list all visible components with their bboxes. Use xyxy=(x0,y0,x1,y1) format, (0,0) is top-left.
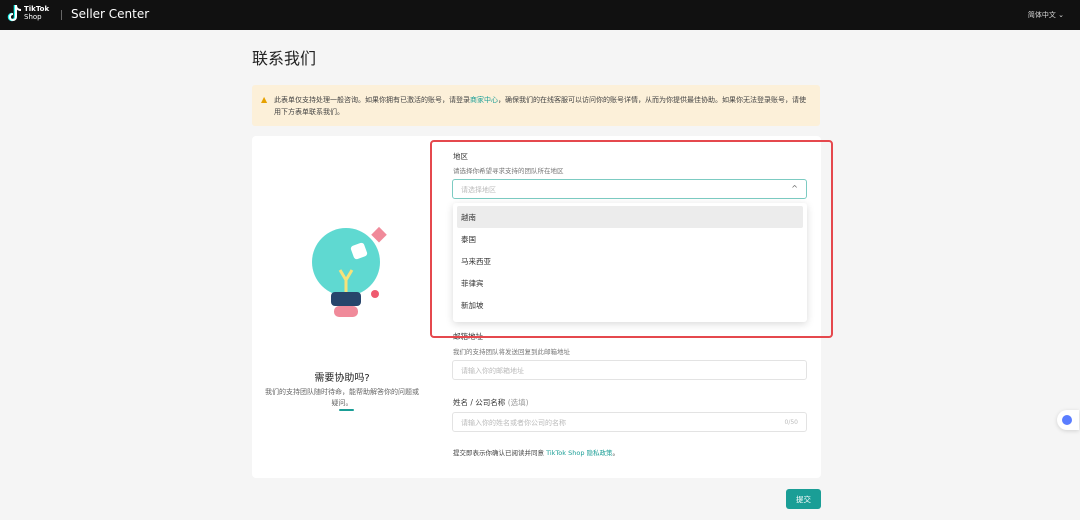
chevron-up-icon: ^ xyxy=(791,184,798,193)
region-label: 地区 xyxy=(453,152,468,161)
brand-name: Seller Center xyxy=(71,7,150,21)
help-title: 需要协助吗? xyxy=(314,373,370,384)
divider xyxy=(61,10,62,20)
region-dropdown-menu: 越南 泰国 马来西亚 菲律宾 新加坡 xyxy=(453,203,807,322)
lightbulb-illustration-icon xyxy=(312,226,387,317)
warning-icon: ▲ xyxy=(261,95,268,104)
region-select[interactable]: 请选择地区 ^ xyxy=(452,179,807,199)
logo-text: TikTok Shop xyxy=(24,5,50,21)
chat-assistant-button[interactable] xyxy=(1057,410,1079,430)
privacy-notice: 提交即表示你确认已阅读并同意 TikTok Shop 隐私政策。 xyxy=(453,449,620,457)
help-section: 需要协助吗? 我们的支持团队随时待命，能帮助解答你的问题或疑问。 xyxy=(262,369,422,409)
region-option[interactable]: 菲律宾 xyxy=(457,272,803,294)
email-label: 邮箱地址 xyxy=(453,332,483,341)
accent-divider xyxy=(339,409,354,411)
email-hint: 我们的支持团队将发送回复到此邮箱地址 xyxy=(453,348,570,356)
privacy-policy-link[interactable]: TikTok Shop 隐私政策 xyxy=(546,449,612,457)
name-input[interactable]: 请输入你的姓名或者你公司的名称 0/50 xyxy=(452,412,807,432)
region-option[interactable]: 马来西亚 xyxy=(457,250,803,272)
region-option[interactable]: 泰国 xyxy=(457,228,803,250)
region-option[interactable]: 越南 xyxy=(457,206,803,228)
chevron-down-icon: ⌄ xyxy=(1058,11,1064,19)
help-description: 我们的支持团队随时待命，能帮助解答你的问题或疑问。 xyxy=(265,388,419,407)
submit-button[interactable]: 提交 xyxy=(786,489,821,509)
char-count: 0/50 xyxy=(784,419,798,426)
tiktok-logo-icon xyxy=(7,4,22,22)
page-title: 联系我们 xyxy=(252,49,317,68)
email-input[interactable]: 请输入你的邮箱地址 xyxy=(452,360,807,380)
top-header: TikTok Shop Seller Center 简体中文 ⌄ xyxy=(0,0,1080,30)
seller-center-link[interactable]: 商家中心 xyxy=(470,96,498,104)
notice-banner: ▲ 此表单仅支持处理一般咨询。如果你拥有已激活的账号，请登录商家中心，确保我们的… xyxy=(252,85,820,126)
region-hint: 请选择你希望寻求支持的团队所在地区 xyxy=(453,167,564,175)
chat-icon xyxy=(1062,415,1072,425)
region-option[interactable]: 新加坡 xyxy=(457,294,803,316)
language-selector[interactable]: 简体中文 ⌄ xyxy=(1028,10,1064,20)
name-label: 姓名 / 公司名称 (选填) xyxy=(453,398,529,407)
